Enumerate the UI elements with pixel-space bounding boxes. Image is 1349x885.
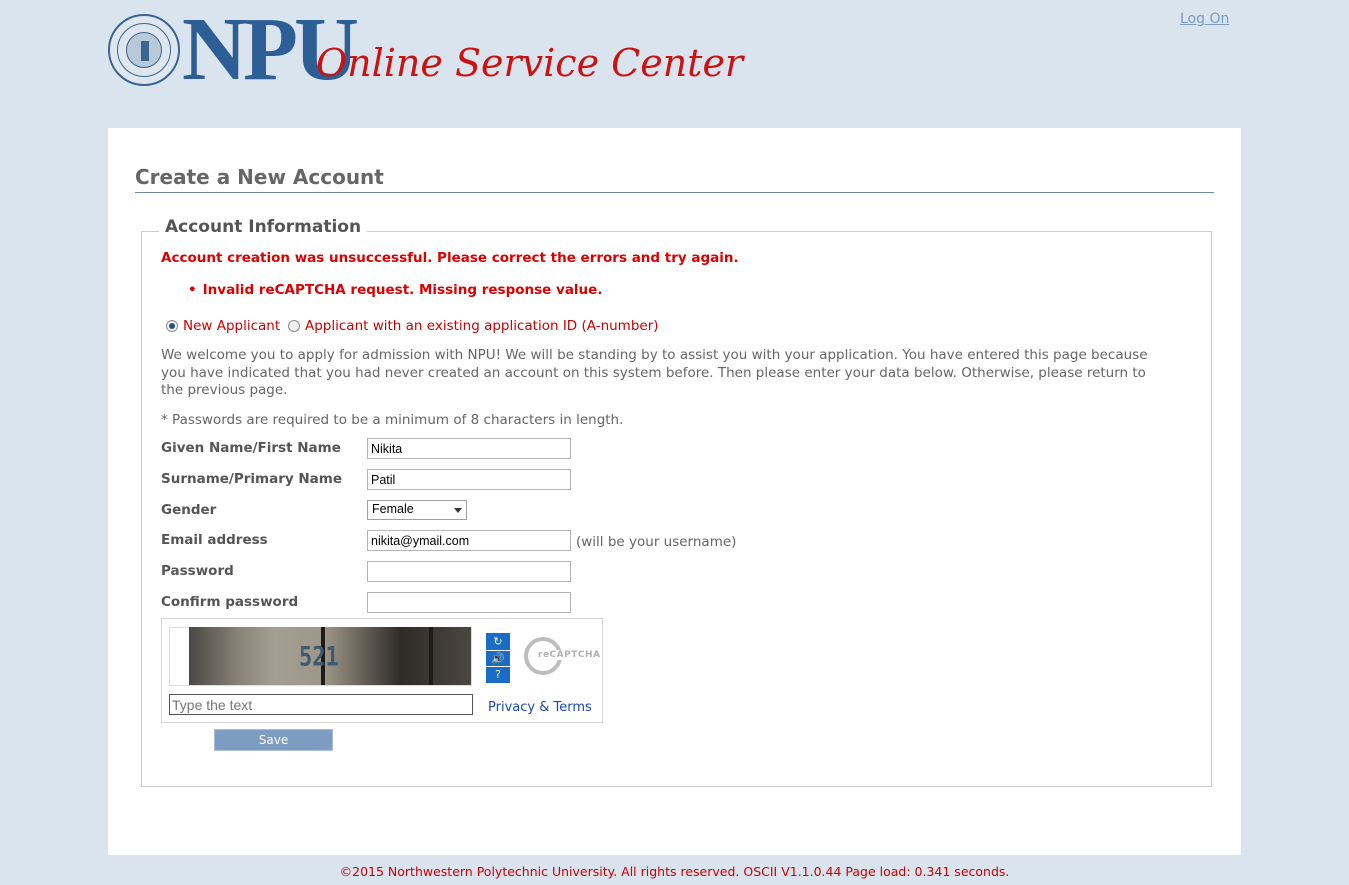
recaptcha-widget: 521 ↻ 🔊 ? reCAPTCHA Privacy & Terms [161,618,603,723]
radio-existing-applicant[interactable]: Applicant with an existing application I… [288,318,659,334]
error-summary: Account creation was unsuccessful. Pleas… [161,250,739,266]
audio-icon[interactable]: 🔊 [486,651,510,666]
captcha-image-text: 521 [299,642,339,673]
first-name-field[interactable] [367,438,571,459]
captcha-image: 521 [189,627,471,685]
radio-new-applicant[interactable]: New Applicant [166,318,280,334]
logo-tagline: Online Service Center [316,41,744,85]
header: NPU Online Service Center Log On [0,0,1349,128]
help-icon[interactable]: ? [486,667,510,683]
confirm-password-label: Confirm password [161,594,299,610]
gender-select[interactable]: Female [367,500,467,520]
email-hint: (will be your username) [576,534,737,550]
password-field[interactable] [367,561,571,582]
save-button[interactable]: Save [214,729,333,751]
radio-new-applicant-label[interactable]: New Applicant [183,318,280,334]
error-item: • Invalid reCAPTCHA request. Missing resp… [188,282,602,298]
surname-field[interactable] [367,469,571,490]
footer-text: ©2015 Northwestern Polytechnic Universit… [339,864,1010,879]
log-on-link[interactable]: Log On [1180,11,1229,27]
radio-unchecked-icon[interactable] [288,320,300,332]
captcha-response-input[interactable] [169,694,473,715]
chevron-down-icon[interactable] [454,508,462,513]
surname-label: Surname/Primary Name [161,471,343,487]
confirm-password-field[interactable] [367,592,571,613]
first-name-label: Given Name/First Name [161,440,341,456]
refresh-icon[interactable]: ↻ [486,633,510,650]
bullet-icon: • [188,282,197,298]
fieldset-legend: Account Information [159,217,368,237]
page-title: Create a New Account [135,165,384,189]
email-label: Email address [161,532,268,548]
error-item-text: Invalid reCAPTCHA request. Missing respo… [202,282,603,298]
title-divider [135,192,1214,193]
privacy-terms-link[interactable]: Privacy & Terms [488,700,592,715]
gender-label: Gender [161,502,217,518]
email-field[interactable] [367,530,571,551]
main-panel: Create a New Account Account Information… [108,128,1241,855]
university-seal-icon [108,14,180,86]
password-label: Password [161,563,234,579]
gender-selected-value[interactable]: Female [372,502,414,516]
welcome-text: We welcome you to apply for admission wi… [161,347,1148,398]
radio-existing-applicant-label[interactable]: Applicant with an existing application I… [305,318,659,334]
password-note: * Passwords are required to be a minimum… [161,412,624,428]
recaptcha-logo-text: reCAPTCHA [538,650,601,660]
radio-checked-icon[interactable] [166,320,178,332]
